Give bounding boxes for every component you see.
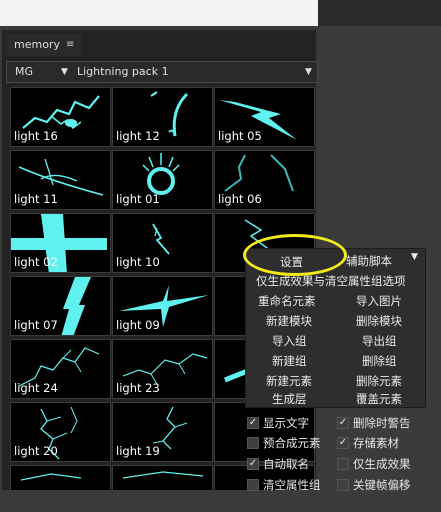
chevron-down-icon[interactable]: ▼ (305, 62, 312, 82)
thumbnail-label: light 10 (116, 255, 160, 269)
chevron-down-icon[interactable]: ▼ (411, 252, 418, 262)
option-label: 关键帧偏移 (353, 478, 411, 492)
menu-item-generate-effect-only[interactable]: 仅生成效果与清空属性组选项 (256, 273, 406, 289)
menu-item-export-group[interactable]: 导出组 (362, 333, 397, 349)
thumbnail-label: light 01 (116, 192, 160, 206)
option-label: 仅生成效果 (353, 457, 411, 471)
thumbnail-label: light 24 (14, 381, 58, 395)
menu-item-delete-group[interactable]: 删除组 (362, 353, 397, 369)
menu-item-delete-module[interactable]: 删除模块 (356, 313, 402, 329)
thumbnail-label: light 19 (116, 444, 160, 458)
chevron-down-icon[interactable]: ▼ (61, 62, 68, 82)
selector-row: MG ▼ Lightning pack 1 ▼ (6, 61, 318, 83)
thumbnail-light-16[interactable]: light 16 (10, 87, 111, 147)
menu-item-overwrite-element[interactable]: 覆盖元素 (356, 391, 402, 407)
checkbox-effect-only[interactable] (337, 458, 349, 470)
checkbox-clear-props[interactable] (247, 479, 259, 491)
menu-item-import-group[interactable]: 导入组 (272, 333, 307, 349)
option-label: 存储素材 (353, 436, 399, 450)
thumbnail-light-09[interactable]: light 09 (112, 276, 213, 336)
menu-item-delete-element[interactable]: 删除元素 (356, 373, 402, 389)
thumbnail-light-10[interactable]: light 10 (112, 213, 213, 273)
thumbnail-light-12[interactable]: light 12 (112, 87, 213, 147)
thumbnail-light-11[interactable]: light 11 (10, 150, 111, 210)
option-label: 清空属性组 (263, 478, 321, 492)
thumbnail-light-02[interactable]: light 02 (10, 213, 111, 273)
menu-item-new-element[interactable]: 新建元素 (266, 373, 312, 389)
thumbnail-label: light 05 (218, 129, 262, 143)
menu-item-import-image[interactable]: 导入图片 (356, 293, 402, 309)
menu-item-rename[interactable]: 重命名元素 (258, 293, 316, 309)
thumbnail-label: light 23 (116, 381, 160, 395)
thumbnail-label: light 07 (14, 318, 58, 332)
thumbnail-light-23[interactable]: light 23 (112, 339, 213, 399)
pack-select[interactable]: Lightning pack 1 (77, 62, 169, 82)
thumbnail-light-07[interactable]: light 07 (10, 276, 111, 336)
thumbnail-label: light 20 (14, 444, 58, 458)
checkbox-precomp[interactable] (247, 437, 259, 449)
thumbnail-light-24[interactable]: light 24 (10, 339, 111, 399)
thumbnail-partial[interactable] (112, 465, 213, 490)
menu-item-new-module[interactable]: 新建模块 (266, 313, 312, 329)
thumbnail-light-19[interactable]: light 19 (112, 402, 213, 462)
thumbnail-light-06[interactable]: light 06 (214, 150, 315, 210)
thumbnail-partial[interactable] (10, 465, 111, 490)
thumbnail-light-20[interactable]: light 20 (10, 402, 111, 462)
option-label: 自动取名 (263, 457, 309, 471)
checkbox-keyframe-offset[interactable] (337, 479, 349, 491)
menu-item-new-group[interactable]: 新建组 (272, 353, 307, 369)
thumbnail-light-05[interactable]: light 05 (214, 87, 315, 147)
options-panel: ✓ 显示文字 ✓ 删除时警告 预合成元素 ✓ 存储素材 ✓ 自动取名 仅生成效果… (245, 412, 426, 494)
panel-menu-icon[interactable]: ≡ (66, 34, 74, 56)
thumbnail-label: light 11 (14, 192, 58, 206)
checkbox-auto-name[interactable]: ✓ (247, 458, 259, 470)
menu-item-helper-script[interactable]: 辅助脚本 (346, 253, 392, 269)
thumbnail-label: light 06 (218, 192, 262, 206)
thumbnail-label: light 12 (116, 129, 160, 143)
checkbox-show-text[interactable]: ✓ (247, 417, 259, 429)
top-bar-light (0, 0, 318, 26)
thumbnail-label: light 09 (116, 318, 160, 332)
checkbox-store-material[interactable]: ✓ (337, 437, 349, 449)
checkbox-delete-warning[interactable]: ✓ (337, 417, 349, 429)
context-menu: 设置 辅助脚本 ▼ 仅生成效果与清空属性组选项 重命名元素 导入图片 新建模块 … (245, 248, 426, 408)
option-label: 显示文字 (263, 416, 309, 430)
option-label: 删除时警告 (353, 416, 411, 430)
menu-item-generate-layer[interactable]: 生成层 (272, 391, 307, 407)
menu-item-settings[interactable]: 设置 (280, 254, 303, 270)
category-select[interactable]: MG (15, 62, 33, 82)
thumbnail-label: light 16 (14, 129, 58, 143)
option-label: 预合成元素 (263, 436, 321, 450)
top-bar-dark (318, 0, 441, 26)
thumbnail-light-01[interactable]: light 01 (112, 150, 213, 210)
thumbnail-label: light 02 (14, 255, 58, 269)
